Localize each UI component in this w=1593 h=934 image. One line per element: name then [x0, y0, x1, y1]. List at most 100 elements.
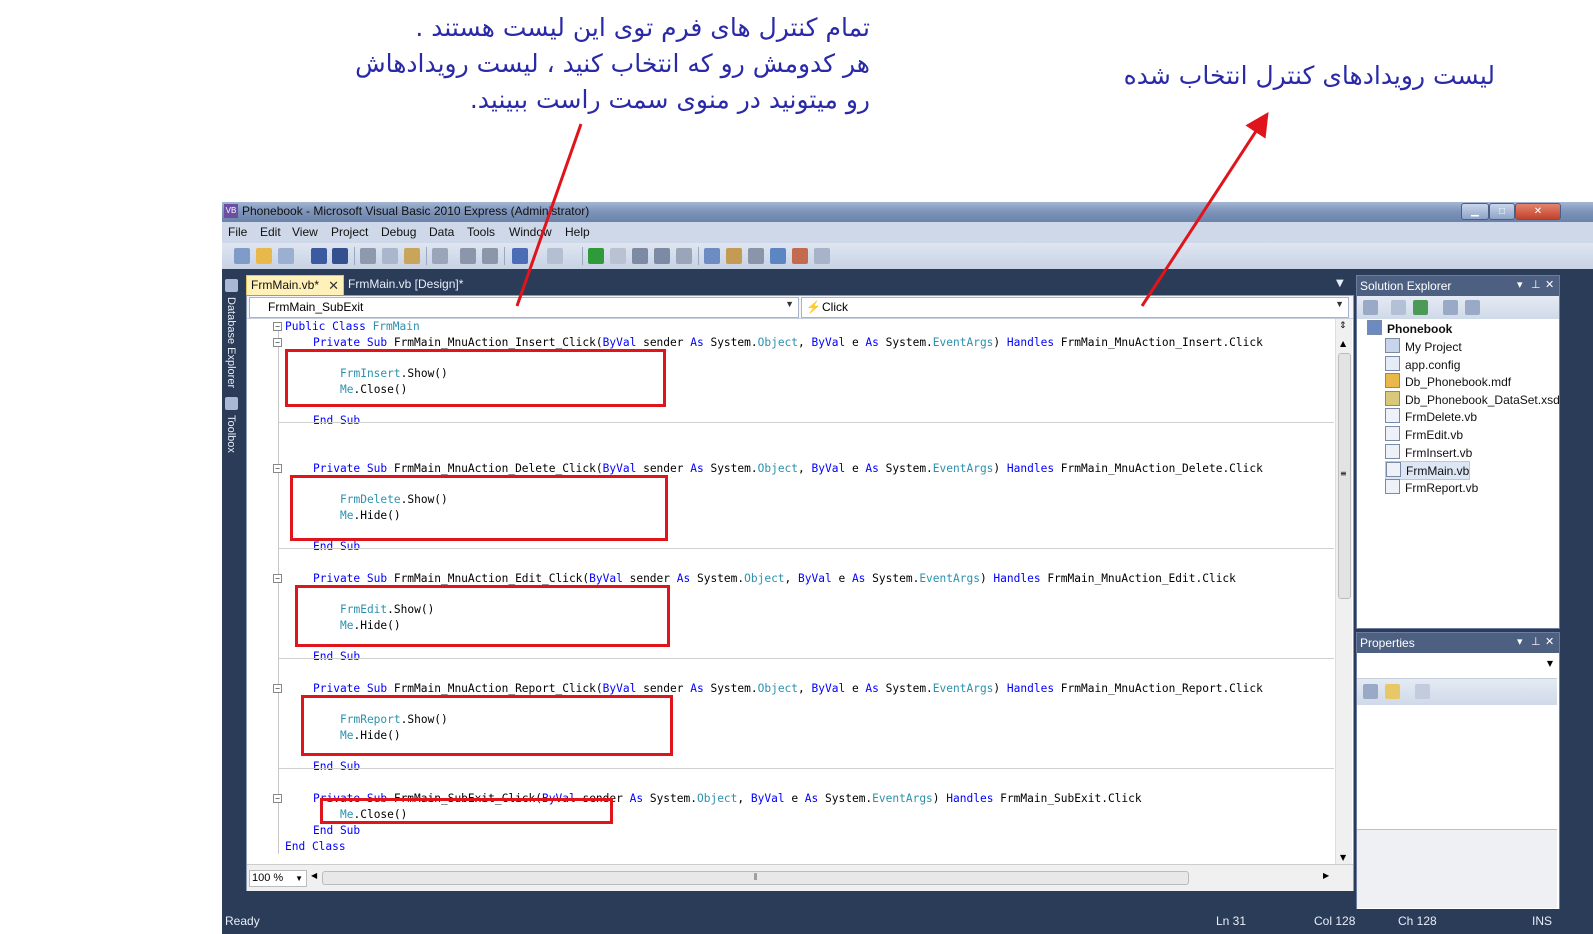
find-icon[interactable]	[432, 248, 448, 264]
menu-tools[interactable]: Tools	[467, 225, 495, 239]
scroll-right-icon[interactable]: ▶	[1323, 871, 1329, 880]
database-explorer-tab-icon[interactable]	[225, 279, 238, 292]
status-insert-mode: INS	[1532, 914, 1553, 928]
file-icon	[1386, 462, 1401, 478]
vertical-scrollbar[interactable]: ⇕ ▲ ≡ ▼	[1335, 319, 1352, 864]
refresh-icon[interactable]	[1413, 300, 1428, 315]
solution-item[interactable]: Db_Phonebook.mdf	[1385, 373, 1511, 390]
database-explorer-tab[interactable]: Database Explorer	[225, 297, 237, 388]
event-combobox[interactable]: ⚡ Click ▼	[801, 297, 1349, 318]
solution-explorer-icon[interactable]	[704, 248, 720, 264]
panel-close-icon[interactable]: ✕	[1545, 635, 1554, 648]
menu-help[interactable]: Help	[565, 225, 590, 239]
pin-icon[interactable]: ⊥	[1531, 278, 1541, 291]
status-ready: Ready	[225, 914, 260, 928]
properties-window-icon[interactable]	[726, 248, 742, 264]
open-file-icon[interactable]	[256, 248, 272, 264]
document-tabs: FrmMain.vb* ✕ FrmMain.vb [Design]*	[246, 275, 1352, 296]
object-combobox-value: FrmMain_SubExit	[268, 300, 364, 314]
tab-list-dropdown-icon[interactable]: ▼	[1336, 278, 1344, 289]
project-node[interactable]: Phonebook	[1367, 320, 1452, 337]
close-button[interactable]: ✕	[1515, 203, 1561, 220]
toolbox-tab[interactable]: Toolbox	[225, 415, 237, 453]
split-handle-icon[interactable]: ⇕	[1339, 321, 1347, 331]
menu-window[interactable]: Window	[509, 225, 552, 239]
maximize-button[interactable]: □	[1489, 203, 1515, 220]
outline-guide	[278, 329, 279, 854]
toolbar-separator	[582, 247, 583, 265]
properties-icon[interactable]	[1363, 300, 1378, 315]
zoom-combobox[interactable]: 100 % ▼	[249, 870, 307, 887]
view-code-icon[interactable]	[1443, 300, 1458, 315]
start-debugging-icon[interactable]	[588, 248, 604, 264]
collapse-sub-icon[interactable]: −	[273, 794, 282, 803]
collapse-class-icon[interactable]: −	[273, 322, 282, 331]
property-pages-icon[interactable]	[1415, 684, 1430, 699]
step-into-icon[interactable]	[632, 248, 648, 264]
toolbox-tab-icon[interactable]	[225, 397, 238, 410]
procedure-separator	[279, 768, 1334, 769]
menu-data[interactable]: Data	[429, 225, 454, 239]
event-combobox-value: Click	[822, 300, 848, 314]
minimize-button[interactable]: ▁	[1461, 203, 1489, 220]
collapse-sub-icon[interactable]: −	[273, 338, 282, 347]
panel-menu-icon[interactable]: ▾	[1517, 635, 1523, 648]
show-all-files-icon[interactable]	[1391, 300, 1406, 315]
scroll-down-icon[interactable]: ▼	[1340, 853, 1346, 862]
solution-item[interactable]: FrmDelete.vb	[1385, 408, 1477, 425]
alphabetical-icon[interactable]	[1385, 684, 1400, 699]
toolbox-icon[interactable]	[748, 248, 764, 264]
code-area[interactable]: − Public Class FrmMain − Private Sub FrmM…	[247, 319, 1335, 864]
solution-item[interactable]: FrmMain.vb	[1385, 461, 1471, 481]
pin-icon[interactable]: ⊥	[1531, 635, 1541, 648]
toolbar-options-icon[interactable]	[814, 248, 830, 264]
collapse-sub-icon[interactable]: −	[273, 574, 282, 583]
step-out-icon[interactable]	[676, 248, 692, 264]
copy-icon[interactable]	[382, 248, 398, 264]
tab-frmmain-design[interactable]: FrmMain.vb [Design]*	[344, 275, 478, 294]
solution-item[interactable]: FrmInsert.vb	[1385, 443, 1472, 461]
solution-item[interactable]: app.config	[1385, 355, 1460, 373]
solution-item[interactable]: Db_Phonebook_DataSet.xsd	[1385, 390, 1560, 408]
close-tab-icon[interactable]: ✕	[328, 276, 339, 295]
uncomment-icon[interactable]	[482, 248, 498, 264]
object-selector-combobox[interactable]: ▼	[1357, 654, 1557, 679]
scroll-left-icon[interactable]: ◀	[311, 871, 317, 880]
menu-debug[interactable]: Debug	[381, 225, 416, 239]
collapse-sub-icon[interactable]: −	[273, 464, 282, 473]
redo-icon[interactable]	[547, 248, 563, 264]
solution-item[interactable]: FrmReport.vb	[1385, 478, 1478, 496]
menu-file[interactable]: File	[228, 225, 247, 239]
panel-close-icon[interactable]: ✕	[1545, 278, 1554, 291]
undo-icon[interactable]	[512, 248, 528, 264]
solution-item[interactable]: My Project	[1385, 338, 1462, 355]
save-all-icon[interactable]	[332, 248, 348, 264]
add-project-icon[interactable]	[234, 248, 250, 264]
solution-item[interactable]: FrmEdit.vb	[1385, 426, 1463, 443]
menu-edit[interactable]: Edit	[260, 225, 281, 239]
highlight-box	[320, 798, 613, 824]
error-list-icon[interactable]	[792, 248, 808, 264]
end-sub: End Sub	[313, 824, 361, 837]
scroll-up-icon[interactable]: ▲	[1340, 339, 1346, 348]
tab-frmmain-code[interactable]: FrmMain.vb* ✕	[246, 275, 344, 296]
collapse-sub-icon[interactable]: −	[273, 684, 282, 693]
comment-icon[interactable]	[460, 248, 476, 264]
step-over-icon[interactable]	[654, 248, 670, 264]
menu-project[interactable]: Project	[331, 225, 368, 239]
horizontal-bar: 100 % ▼ ◀ ⦀ ▶	[247, 864, 1353, 891]
view-designer-icon[interactable]	[1465, 300, 1480, 315]
save-icon[interactable]	[311, 248, 327, 264]
categorized-icon[interactable]	[1363, 684, 1378, 699]
menu-view[interactable]: View	[292, 225, 318, 239]
lightning-event-icon: ⚡	[806, 300, 821, 314]
add-item-icon[interactable]	[278, 248, 294, 264]
cut-icon[interactable]	[360, 248, 376, 264]
stop-debugging-icon[interactable]	[610, 248, 626, 264]
paste-icon[interactable]	[404, 248, 420, 264]
object-combobox[interactable]: FrmMain_SubExit ▼	[249, 297, 799, 318]
panel-menu-icon[interactable]: ▾	[1517, 278, 1523, 291]
horizontal-scroll-thumb[interactable]: ⦀	[322, 871, 1189, 885]
database-explorer-icon[interactable]	[770, 248, 786, 264]
file-icon	[1385, 443, 1400, 459]
